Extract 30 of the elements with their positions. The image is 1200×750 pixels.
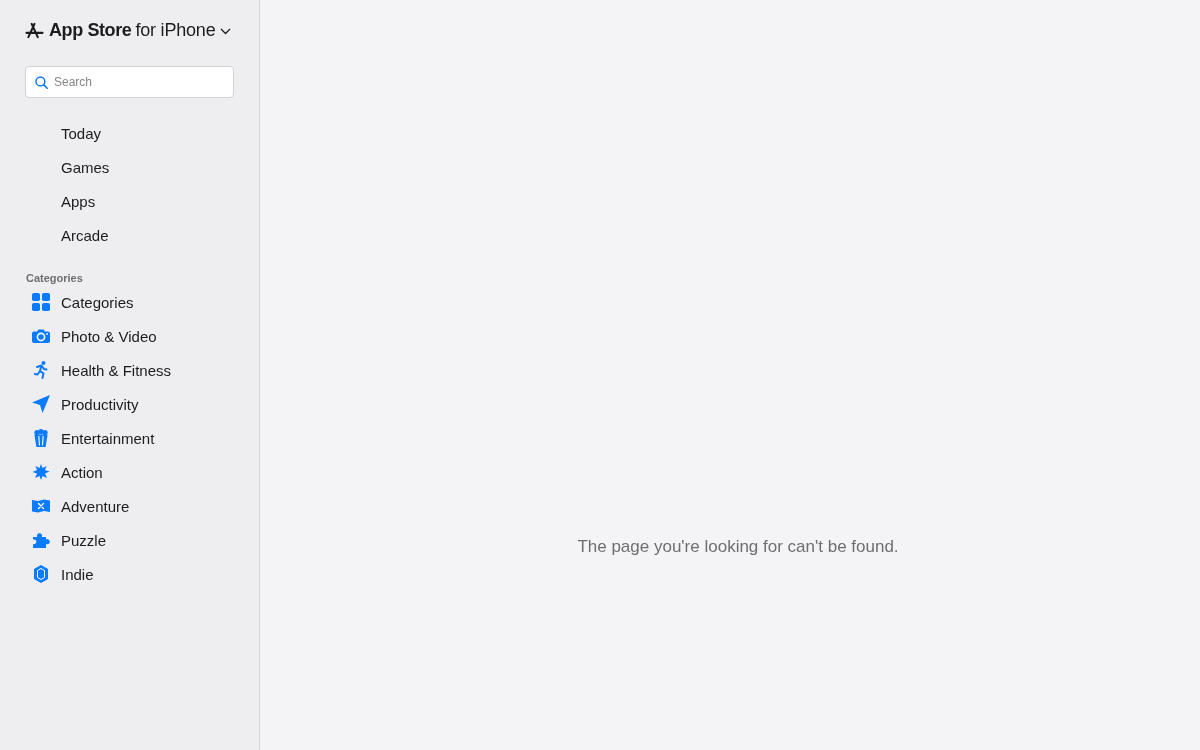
search-field[interactable]: Search <box>25 66 234 98</box>
grid-icon <box>32 293 50 311</box>
gem-icon <box>32 565 50 583</box>
category-link[interactable]: Indie <box>32 557 100 591</box>
nav-link[interactable]: Today <box>32 116 108 150</box>
category-link[interactable]: Photo & Video <box>32 319 163 353</box>
category-link[interactable]: Productivity <box>32 387 145 421</box>
running-person-icon <box>32 361 50 379</box>
section-heading: Categories <box>26 272 83 285</box>
category-link[interactable]: Adventure <box>32 489 136 523</box>
puzzle-piece-icon <box>32 531 50 549</box>
paper-plane-icon <box>32 395 50 413</box>
app-store-logo-icon <box>25 21 44 39</box>
not-found-message: The page you're looking for can't be found. <box>577 537 899 557</box>
category-link[interactable]: Health & Fitness <box>32 353 178 387</box>
category-link[interactable]: Entertainment <box>32 421 161 455</box>
category-link[interactable]: Categories <box>32 285 140 319</box>
chevron-down-icon <box>220 28 232 35</box>
category-link[interactable]: Action <box>32 455 109 489</box>
camera-icon <box>32 327 50 345</box>
search-icon <box>35 76 48 89</box>
splat-icon <box>32 463 50 481</box>
map-icon <box>32 497 50 515</box>
category-link[interactable]: Puzzle <box>32 523 113 557</box>
platform-dropdown[interactable]: for iPhone <box>135 19 232 41</box>
popcorn-icon <box>32 429 50 447</box>
nav-link[interactable]: Games <box>32 150 116 184</box>
nav-link[interactable]: Apps <box>32 184 102 218</box>
nav-link[interactable]: Arcade <box>32 218 115 252</box>
app-store-title: App Store <box>49 19 132 41</box>
